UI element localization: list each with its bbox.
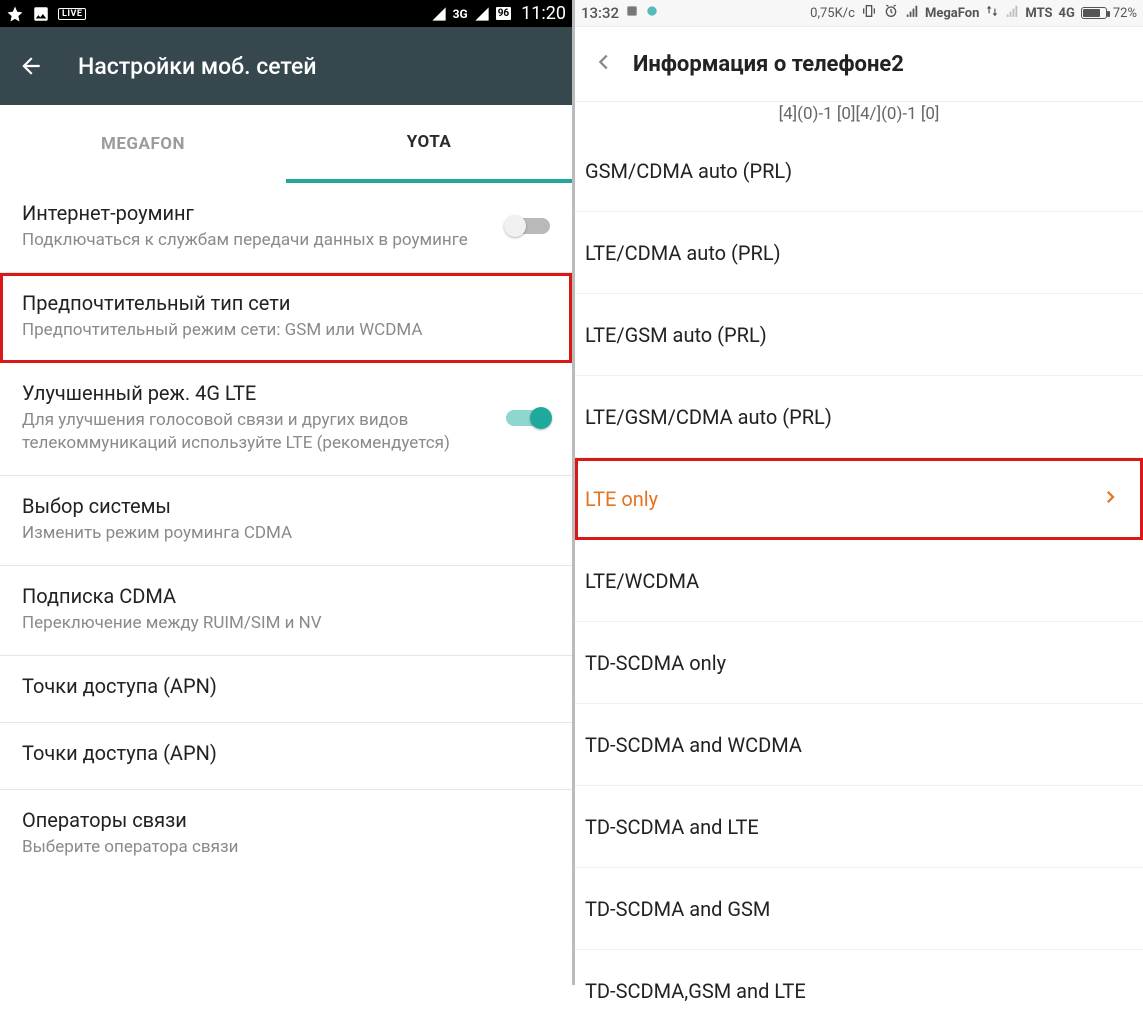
row-apn-1[interactable]: Точки доступа (APN)	[0, 656, 572, 723]
row-cdma-title: Подписка CDMA	[22, 584, 550, 608]
list-item-label: LTE/GSM auto (PRL)	[581, 323, 767, 347]
clock-left: 11:20	[521, 3, 566, 24]
signal-2-icon	[474, 6, 490, 22]
chevron-right-icon	[1101, 487, 1119, 511]
sim-tabs: MEGAFON YOTA	[0, 105, 572, 183]
phone-right: 13:32 0,75K/c MegaFon	[575, 0, 1143, 985]
row-operators-subtitle: Выберите оператора связи	[22, 836, 550, 859]
row-operators[interactable]: Операторы связи Выберите оператора связи	[0, 790, 572, 879]
carrier-1: MegaFon	[925, 6, 979, 21]
signal-1-icon	[431, 6, 447, 22]
list-item[interactable]: GSM/CDMA auto (PRL)	[575, 130, 1143, 212]
list-item[interactable]: TD-SCDMA,GSM and LTE	[575, 950, 1143, 1032]
list-item[interactable]: LTE/CDMA auto (PRL)	[575, 212, 1143, 294]
battery-icon	[1081, 7, 1107, 19]
network-3g-badge: 3G	[453, 7, 468, 21]
row-system-subtitle: Изменить режим роуминга CDMA	[22, 522, 550, 545]
list-item-label: TD-SCDMA and GSM	[581, 897, 770, 921]
row-operators-title: Операторы связи	[22, 808, 550, 832]
vibrate-icon	[861, 3, 877, 23]
header-left: Настройки моб. сетей	[0, 27, 572, 105]
enhanced-4g-switch[interactable]	[506, 410, 550, 426]
network-type-4g: 4G	[1059, 6, 1075, 21]
status-bar-left: LIVE 3G 96 11:20	[0, 0, 572, 27]
tab-megafon[interactable]: MEGAFON	[0, 105, 286, 183]
row-enhanced-subtitle: Для улучшения голосовой связи и других в…	[22, 409, 494, 455]
list-item-label: TD-SCDMA,GSM and LTE	[581, 979, 806, 1003]
battery-percent: 72%	[1113, 6, 1137, 21]
row-enhanced-title: Улучшенный реж. 4G LTE	[22, 381, 494, 405]
row-network-type-title: Предпочтительный тип сети	[22, 291, 550, 315]
list-item[interactable]: LTE/WCDMA	[575, 540, 1143, 622]
notification-icon-2	[645, 4, 659, 22]
live-badge: LIVE	[58, 8, 86, 20]
roaming-switch[interactable]	[506, 218, 550, 234]
list-item[interactable]: TD-SCDMA and LTE	[575, 786, 1143, 868]
photo-icon	[32, 5, 50, 23]
back-arrow-icon[interactable]	[18, 53, 54, 79]
back-chevron-icon[interactable]	[593, 51, 615, 77]
status-bar-right: 13:32 0,75K/c MegaFon	[575, 0, 1143, 27]
row-network-type[interactable]: Предпочтительный тип сети Предпочтительн…	[0, 273, 572, 363]
list-item-label: TD-SCDMA and LTE	[581, 815, 759, 839]
row-cdma-subtitle: Переключение между RUIM/SIM и NV	[22, 612, 550, 635]
list-item[interactable]: LTE/GSM auto (PRL)	[575, 294, 1143, 376]
row-apn-2[interactable]: Точки доступа (APN)	[0, 723, 572, 790]
list-item-label: TD-SCDMA only	[581, 651, 726, 675]
list-item-label: GSM/CDMA auto (PRL)	[581, 159, 792, 183]
list-item[interactable]: TD-SCDMA only	[575, 622, 1143, 704]
list-item-lte-only[interactable]: LTE only	[575, 458, 1143, 540]
list-item-label: LTE/WCDMA	[581, 569, 699, 593]
row-roaming-title: Интернет-роуминг	[22, 201, 494, 225]
phone-left: LIVE 3G 96 11:20 Настройки моб. сетей ME…	[0, 0, 575, 985]
alarm-icon	[883, 3, 899, 23]
list-item[interactable]: LTE/GSM/CDMA auto (PRL)	[575, 376, 1143, 458]
battery-badge: 96	[496, 7, 511, 20]
list-item-label: LTE/CDMA auto (PRL)	[581, 241, 781, 265]
list-item-label: LTE/GSM/CDMA auto (PRL)	[581, 405, 832, 429]
carrier-2: MTS	[1025, 6, 1052, 21]
signal-sim1-icon	[905, 4, 919, 22]
star-icon	[6, 5, 24, 23]
list-item[interactable]: TD-SCDMA and WCDMA	[575, 704, 1143, 786]
list-item-label: LTE only	[581, 487, 658, 511]
row-enhanced-4g[interactable]: Улучшенный реж. 4G LTE Для улучшения гол…	[0, 363, 572, 476]
row-cdma-subscription[interactable]: Подписка CDMA Переключение между RUIM/SI…	[0, 566, 572, 656]
row-roaming-subtitle: Подключаться к службам передачи данных в…	[22, 229, 494, 252]
page-title-right: Информация о телефоне2	[633, 52, 904, 77]
row-system-select[interactable]: Выбор системы Изменить режим роуминга CD…	[0, 476, 572, 566]
header-right: Информация о телефоне2	[575, 27, 1143, 102]
row-system-title: Выбор системы	[22, 494, 550, 518]
settings-list: Интернет-роуминг Подключаться к службам …	[0, 183, 572, 879]
row-apn1-title: Точки доступа (APN)	[22, 674, 550, 698]
network-mode-list[interactable]: GSM/CDMA auto (PRL) LTE/CDMA auto (PRL) …	[575, 130, 1143, 1032]
row-roaming[interactable]: Интернет-роуминг Подключаться к службам …	[0, 183, 572, 273]
list-item[interactable]: TD-SCDMA and GSM	[575, 868, 1143, 950]
tab-yota[interactable]: YOTA	[286, 105, 572, 183]
notification-icon-1	[625, 4, 639, 22]
row-network-type-subtitle: Предпочтительный режим сети: GSM или WCD…	[22, 319, 550, 342]
data-arrows-icon	[985, 4, 999, 22]
page-title-left: Настройки моб. сетей	[78, 53, 316, 80]
data-speed: 0,75K/c	[810, 6, 855, 21]
signal-sim2-icon	[1005, 4, 1019, 22]
clock-right: 13:32	[581, 4, 619, 22]
row-apn2-title: Точки доступа (APN)	[22, 741, 550, 765]
partial-row-top: [4](0)-1 [0][4/](0)-1 [0]	[575, 102, 1143, 130]
list-item-label: TD-SCDMA and WCDMA	[581, 733, 802, 757]
